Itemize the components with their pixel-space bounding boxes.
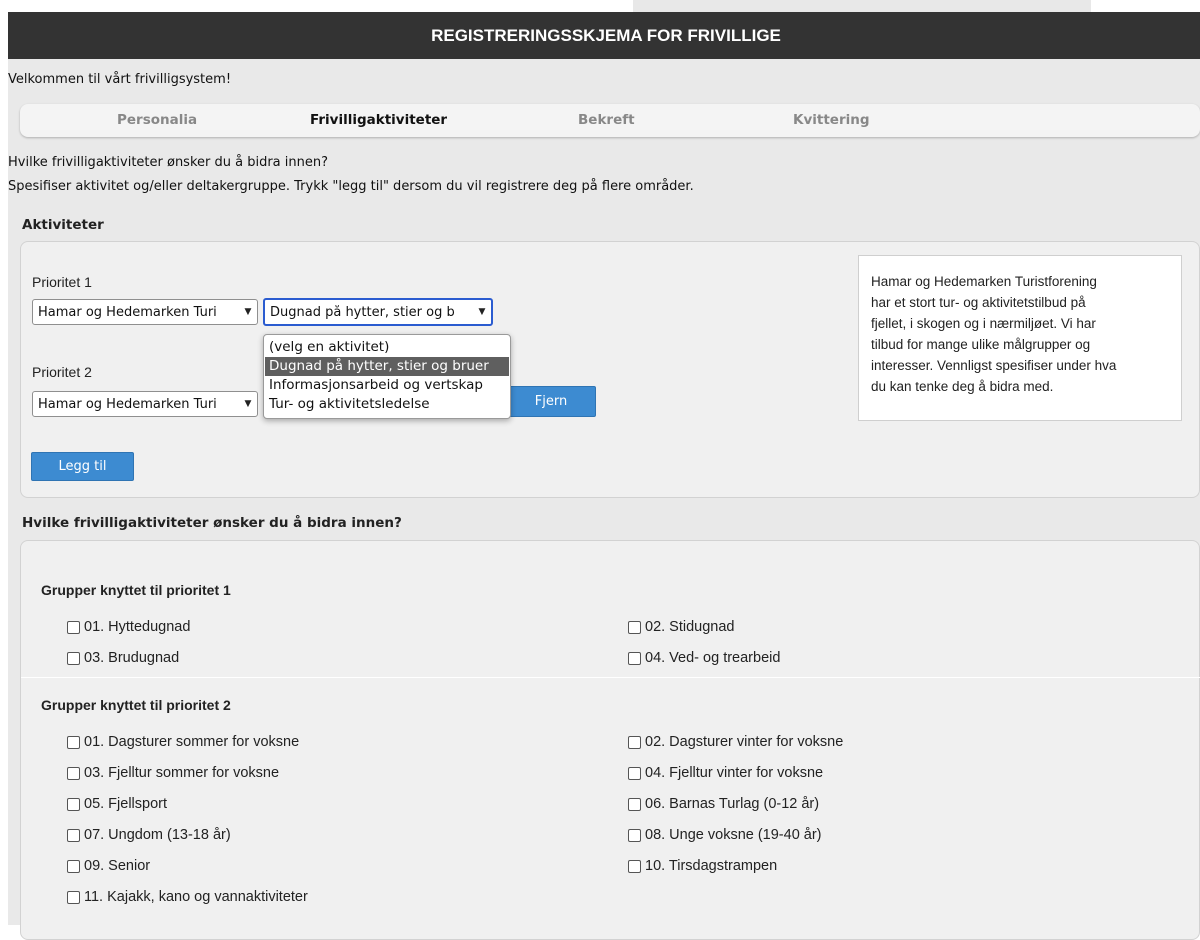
checkbox-label: 08. Unge voksne (19-40 år) bbox=[645, 827, 822, 843]
checkbox-icon[interactable] bbox=[628, 620, 641, 634]
checkbox-label: 10. Tirsdagstrampen bbox=[645, 858, 778, 874]
group1-checkbox-stidugnad[interactable]: 02. Stidugnad bbox=[628, 619, 735, 635]
checkbox-icon[interactable] bbox=[67, 859, 80, 873]
form-page: REGISTRERINGSSKJEMA FOR FRIVILLIGE Velko… bbox=[8, 12, 1200, 940]
checkbox-icon[interactable] bbox=[628, 735, 641, 749]
info-text-line: Hamar og Hedemarken Turistforening bbox=[871, 274, 1097, 289]
info-text-line: interesser. Vennligst spesifiser under h… bbox=[871, 358, 1117, 373]
checkbox-icon[interactable] bbox=[628, 797, 641, 811]
checkbox-label: 07. Ungdom (13-18 år) bbox=[84, 827, 231, 843]
priority1-activity-select[interactable]: Dugnad på hytter, stier og b ▼ bbox=[263, 298, 493, 326]
checkbox-label: 01. Hyttedugnad bbox=[84, 619, 191, 635]
checkbox-icon[interactable] bbox=[67, 735, 80, 749]
dropdown-option[interactable]: Tur- og aktivitetsledelse bbox=[265, 395, 509, 414]
priority1-label: Prioritet 1 bbox=[32, 274, 92, 290]
checkbox-icon[interactable] bbox=[628, 828, 641, 842]
activities-heading: Aktiviteter bbox=[22, 217, 104, 233]
priority2-organization-value: Hamar og Hedemarken Turi bbox=[38, 396, 217, 412]
dropdown-option[interactable]: (velg en aktivitet) bbox=[265, 338, 509, 357]
group1-checkbox-ved-og-trearbeid[interactable]: 04. Ved- og trearbeid bbox=[628, 650, 780, 666]
group1-checkbox-brudugnad[interactable]: 03. Brudugnad bbox=[67, 650, 179, 666]
group2-checkbox-04[interactable]: 04. Fjelltur vinter for voksne bbox=[628, 765, 823, 781]
info-text-line: du kan tenke deg å bidra med. bbox=[871, 379, 1054, 394]
checkbox-label: 04. Fjelltur vinter for voksne bbox=[645, 765, 824, 781]
info-text-line: tilbud for mange ulike målgrupper og bbox=[871, 337, 1091, 352]
checkbox-label: 01. Dagsturer sommer for voksne bbox=[84, 734, 300, 750]
top-gray-strip bbox=[633, 0, 1091, 12]
priority1-organization-value: Hamar og Hedemarken Turi bbox=[38, 304, 217, 320]
remove-button[interactable]: Fjern bbox=[506, 386, 596, 417]
page-title: REGISTRERINGSSKJEMA FOR FRIVILLIGE bbox=[8, 12, 1200, 59]
step-navigation: Personalia Frivilligaktiviteter Bekreft … bbox=[20, 104, 1200, 137]
checkbox-icon[interactable] bbox=[67, 620, 80, 634]
chevron-down-icon: ▼ bbox=[244, 399, 252, 409]
checkbox-label: 11. Kajakk, kano og vannaktiviteter bbox=[84, 889, 308, 905]
group2-checkbox-11[interactable]: 11. Kajakk, kano og vannaktiviteter bbox=[67, 889, 308, 905]
group2-checkbox-05[interactable]: 05. Fjellsport bbox=[67, 796, 167, 812]
group1-checkbox-hyttedugnad[interactable]: 01. Hyttedugnad bbox=[67, 619, 190, 635]
group2-checkbox-09[interactable]: 09. Senior bbox=[67, 858, 150, 874]
group2-checkbox-06[interactable]: 06. Barnas Turlag (0-12 år) bbox=[628, 796, 819, 812]
groups-heading: Hvilke frivilligaktiviteter ønsker du å … bbox=[22, 515, 402, 531]
priority2-organization-select[interactable]: Hamar og Hedemarken Turi ▼ bbox=[32, 391, 258, 417]
priority1-activity-value: Dugnad på hytter, stier og b bbox=[270, 304, 455, 320]
priority1-organization-select[interactable]: Hamar og Hedemarken Turi ▼ bbox=[32, 299, 258, 325]
checkbox-label: 04. Ved- og trearbeid bbox=[645, 650, 781, 666]
intro-instructions: Spesifiser aktivitet og/eller deltakergr… bbox=[8, 179, 694, 194]
checkbox-label: 09. Senior bbox=[84, 858, 151, 874]
priority2-label: Prioritet 2 bbox=[32, 364, 92, 380]
checkbox-label: 02. Stidugnad bbox=[645, 619, 735, 635]
checkbox-icon[interactable] bbox=[67, 651, 80, 665]
step-frivilligaktiviteter[interactable]: Frivilligaktiviteter bbox=[310, 112, 447, 128]
checkbox-label: 05. Fjellsport bbox=[84, 796, 168, 812]
group2-title: Grupper knyttet til prioritet 2 bbox=[41, 697, 231, 713]
step-personalia[interactable]: Personalia bbox=[117, 112, 197, 128]
checkbox-icon[interactable] bbox=[67, 890, 80, 904]
checkbox-label: 02. Dagsturer vinter for voksne bbox=[645, 734, 844, 750]
info-text-line: har et stort tur- og aktivitetstilbud på bbox=[871, 295, 1086, 310]
activity-dropdown-list: (velg en aktivitet) Dugnad på hytter, st… bbox=[263, 334, 511, 419]
group2-checkbox-07[interactable]: 07. Ungdom (13-18 år) bbox=[67, 827, 231, 843]
group2-checkbox-01[interactable]: 01. Dagsturer sommer for voksne bbox=[67, 734, 299, 750]
chevron-down-icon: ▼ bbox=[244, 307, 252, 317]
group2-checkbox-08[interactable]: 08. Unge voksne (19-40 år) bbox=[628, 827, 822, 843]
checkbox-icon[interactable] bbox=[67, 797, 80, 811]
checkbox-icon[interactable] bbox=[67, 828, 80, 842]
checkbox-icon[interactable] bbox=[628, 859, 641, 873]
group-divider bbox=[21, 677, 1200, 678]
checkbox-icon[interactable] bbox=[628, 651, 641, 665]
chevron-down-icon: ▼ bbox=[478, 307, 486, 317]
group2-checkbox-10[interactable]: 10. Tirsdagstrampen bbox=[628, 858, 777, 874]
step-kvittering[interactable]: Kvittering bbox=[793, 112, 870, 128]
checkbox-label: 06. Barnas Turlag (0-12 år) bbox=[645, 796, 820, 812]
welcome-text: Velkommen til vårt frivilligsystem! bbox=[8, 72, 232, 87]
organization-info-box: Hamar og Hedemarken Turistforening har e… bbox=[858, 255, 1182, 421]
step-bekreft[interactable]: Bekreft bbox=[578, 112, 635, 128]
add-button[interactable]: Legg til bbox=[31, 452, 134, 481]
checkbox-label: 03. Brudugnad bbox=[84, 650, 180, 666]
dropdown-option[interactable]: Informasjonsarbeid og vertskap bbox=[265, 376, 509, 395]
group2-checkbox-03[interactable]: 03. Fjelltur sommer for voksne bbox=[67, 765, 279, 781]
group2-checkbox-02[interactable]: 02. Dagsturer vinter for voksne bbox=[628, 734, 843, 750]
group1-title: Grupper knyttet til prioritet 1 bbox=[41, 582, 231, 598]
checkbox-icon[interactable] bbox=[67, 766, 80, 780]
checkbox-label: 03. Fjelltur sommer for voksne bbox=[84, 765, 280, 781]
info-text-line: fjellet, i skogen og i nærmiljøet. Vi ha… bbox=[871, 316, 1096, 331]
dropdown-option-selected[interactable]: Dugnad på hytter, stier og bruer bbox=[265, 357, 509, 376]
intro-question: Hvilke frivilligaktiviteter ønsker du å … bbox=[8, 155, 329, 170]
checkbox-icon[interactable] bbox=[628, 766, 641, 780]
